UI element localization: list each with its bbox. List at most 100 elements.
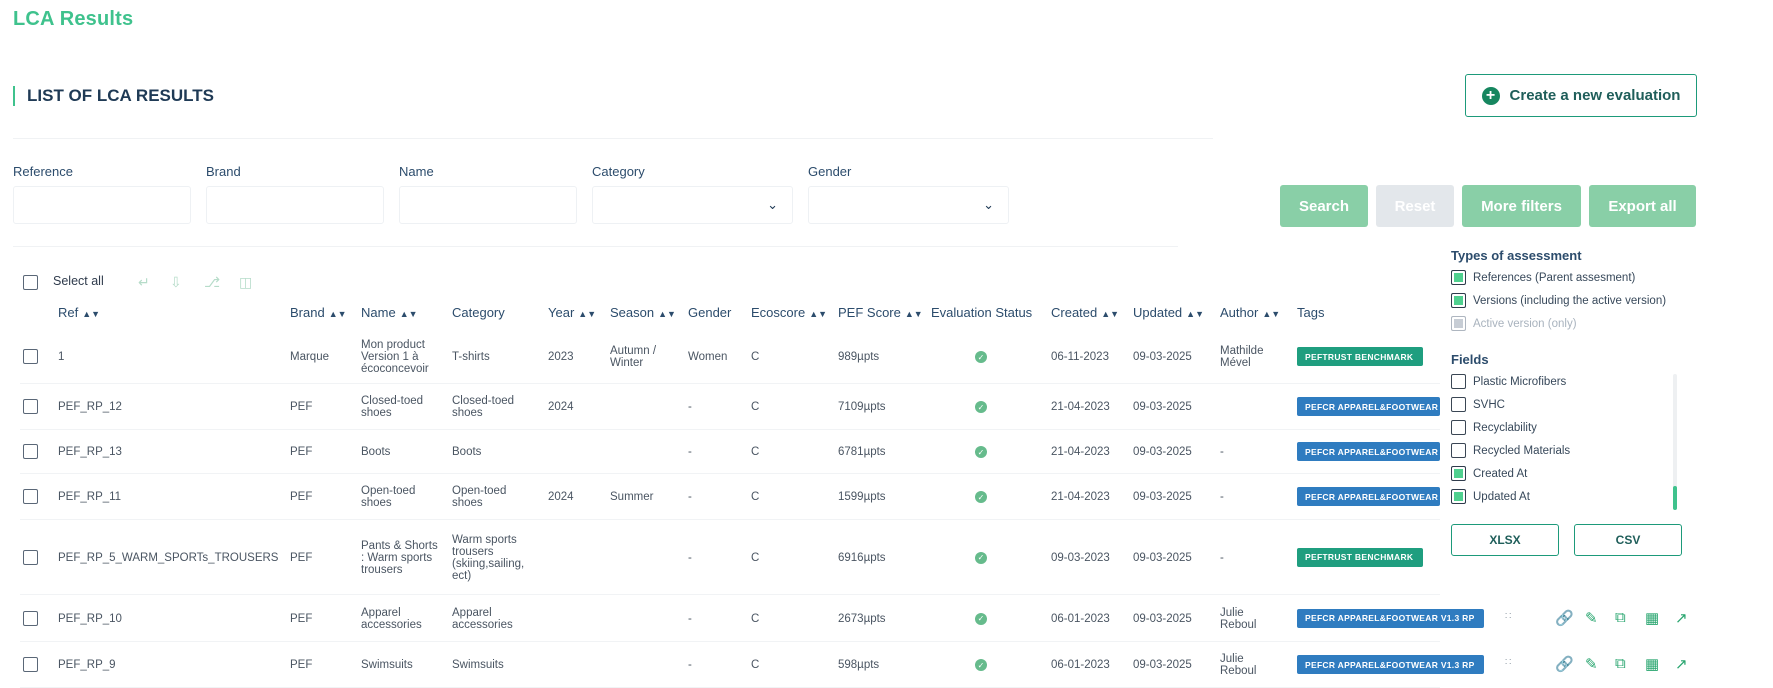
checkbox[interactable] [1451, 443, 1466, 458]
row-checkbox[interactable] [23, 657, 38, 672]
column-header-author[interactable]: Author ▲▼ [1220, 305, 1280, 320]
export-xlsx-button[interactable]: XLSX [1451, 524, 1559, 556]
category-select[interactable]: ⌄ [592, 186, 793, 224]
column-header-created[interactable]: Created ▲▼ [1051, 305, 1119, 320]
more-filters-button[interactable]: More filters [1462, 185, 1581, 227]
name-cell: Boots [361, 446, 391, 458]
column-header-author-label: Author [1220, 305, 1259, 320]
row-checkbox[interactable] [23, 610, 38, 626]
column-header-ref[interactable]: Ref ▲▼ [58, 305, 100, 320]
updated-cell: 09-03-2025 [1133, 351, 1192, 363]
gender-select[interactable]: ⌄ [808, 186, 1009, 224]
field-option-recyclability[interactable]: Recyclability [1451, 420, 1537, 435]
type-option-references[interactable]: References (Parent assesment) [1451, 270, 1635, 285]
pef-score-cell: 6916µpts [838, 551, 886, 564]
table-row[interactable]: PEF_RP_5_WARM_SPORTs_TROUSERS PEF Pants & … [0, 520, 1440, 595]
create-evaluation-button[interactable]: + Create a new evaluation [1465, 74, 1697, 117]
field-option-plastic-microfibers[interactable]: Plastic Microfibers [1451, 374, 1566, 389]
row-checkbox[interactable] [23, 489, 38, 504]
plus-circle-icon: + [1481, 86, 1500, 105]
unlink-icon[interactable]: ↵ [138, 274, 150, 291]
column-header-name[interactable]: Name ▲▼ [361, 305, 418, 320]
checkbox[interactable] [1451, 270, 1466, 285]
fields-scrollbar-thumb[interactable] [1673, 486, 1677, 510]
tag-badge: PEFCR APPAREL&FOOTWEAR [1297, 442, 1440, 461]
sort-icon: ▲▼ [809, 309, 828, 319]
checkbox[interactable] [1451, 293, 1466, 308]
table-row[interactable]: PEF_RP_11 PEF Open-toed shoes Open-toed sho… [0, 474, 1440, 520]
author-cell: - [1220, 446, 1224, 458]
field-option-svhc[interactable]: SVHC [1451, 397, 1505, 412]
sort-icon: ▲▼ [1186, 309, 1204, 319]
ref-cell: PEF_RP_10 [58, 612, 122, 625]
year-cell: 2024 [548, 401, 574, 413]
row-checkbox[interactable] [23, 349, 38, 364]
column-header-brand[interactable]: Brand ▲▼ [290, 305, 347, 320]
row-checkbox[interactable] [23, 444, 38, 459]
row-checkbox[interactable] [23, 399, 38, 414]
column-header-season-label: Season [610, 305, 655, 320]
updated-cell: 09-03-2025 [1133, 659, 1192, 671]
dashboard-icon[interactable]: ▦ [1645, 655, 1659, 673]
reference-input[interactable] [13, 186, 191, 224]
name-cell: Open-toed shoes [361, 485, 416, 509]
name-cell: Pants & Shorts : Warm sports trousers [361, 539, 438, 576]
checkbox[interactable] [1451, 466, 1466, 481]
author-cell: Julie Reboul [1220, 606, 1257, 631]
field-option-created-at[interactable]: Created At [1451, 466, 1527, 481]
category-cell: T-shirts [452, 351, 490, 363]
column-header-pef-score[interactable]: PEF Score ▲▼ [838, 305, 923, 320]
brand-input[interactable] [206, 186, 384, 224]
versions-tree-icon[interactable]: ∷ [1505, 611, 1511, 622]
status-check-icon: ✓ [975, 612, 987, 625]
checkbox[interactable] [1451, 420, 1466, 435]
type-option-versions[interactable]: Versions (including the active version) [1451, 293, 1666, 308]
ecoscore-cell: C [751, 551, 760, 564]
option-label: Created At [1473, 467, 1528, 480]
duplicate-icon[interactable]: ⧉ [1615, 609, 1626, 626]
trash-icon[interactable]: ◫ [239, 274, 252, 291]
duplicate-icon[interactable]: ⧉ [1615, 655, 1626, 672]
column-header-ecoscore[interactable]: Ecoscore ▲▼ [751, 305, 827, 320]
checkbox[interactable] [1451, 374, 1466, 389]
chart-icon[interactable]: ↗ [1675, 609, 1688, 627]
column-header-year[interactable]: Year ▲▼ [548, 305, 596, 320]
link-icon[interactable]: 🔗 [1555, 655, 1574, 673]
checkbox[interactable] [1451, 489, 1466, 504]
search-button[interactable]: Search [1280, 185, 1368, 227]
row-checkbox[interactable] [23, 549, 38, 565]
fields-title: Fields [1451, 352, 1489, 367]
table-row[interactable]: PEF_RP_12 PEF Closed-toed shoes Closed-toed… [0, 384, 1440, 430]
option-label: SVHC [1473, 398, 1505, 411]
edit-icon[interactable]: ✎ [1585, 609, 1598, 627]
pef-score-cell: 2673µpts [838, 612, 886, 625]
ref-cell: PEF_RP_5_WARM_SPORTs_TROUSERS [58, 551, 279, 564]
link-icon[interactable]: 🔗 [1555, 609, 1574, 627]
edit-icon[interactable]: ✎ [1585, 655, 1598, 673]
select-all-checkbox[interactable] [23, 275, 38, 290]
table-row[interactable]: 1 Marque Mon product Version 1 à écoconcev… [0, 330, 1440, 384]
column-header-updated[interactable]: Updated ▲▼ [1133, 305, 1204, 320]
reset-button[interactable]: Reset [1376, 185, 1454, 227]
export-all-button[interactable]: Export all [1589, 185, 1696, 227]
gender-cell: - [688, 612, 692, 625]
chart-icon[interactable]: ↗ [1675, 655, 1688, 673]
ecoscore-cell: C [751, 612, 760, 625]
tag-badge: PEFCR APPAREL&FOOTWEAR [1297, 397, 1440, 416]
export-csv-button[interactable]: CSV [1574, 524, 1682, 556]
column-header-season[interactable]: Season ▲▼ [610, 305, 676, 320]
table-row[interactable]: PEF_RP_9 PEF Swimsuits Swimsuits - C 598µpts 06… [0, 642, 1688, 688]
checkbox[interactable] [1451, 397, 1466, 412]
tag-badge: PEFCR APPAREL&FOOTWEAR [1297, 487, 1440, 506]
versions-tree-icon[interactable]: ∷ [1505, 657, 1511, 668]
branch-icon[interactable]: ⎇ [204, 274, 220, 291]
download-icon[interactable]: ⇩ [170, 274, 182, 291]
field-option-updated-at[interactable]: Updated At [1451, 489, 1530, 504]
pef-score-cell: 989µpts [838, 351, 880, 363]
table-row[interactable]: PEF_RP_13 PEF Boots Boots - C 6781µpts 21-04-20… [0, 430, 1440, 474]
dashboard-icon[interactable]: ▦ [1645, 609, 1659, 627]
table-row[interactable]: PEF_RP_10 PEF Apparel accessories Apparel a… [0, 595, 1688, 642]
field-option-recycled-materials[interactable]: Recycled Materials [1451, 443, 1570, 458]
name-input[interactable] [399, 186, 577, 224]
gender-cell: - [688, 446, 692, 458]
